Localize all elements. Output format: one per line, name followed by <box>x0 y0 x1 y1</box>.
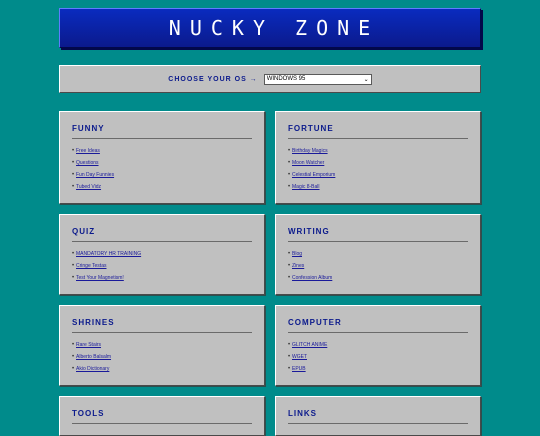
list-item: • Confession Album <box>288 272 468 284</box>
list-item: • Free Ideas <box>72 145 252 157</box>
section-link[interactable]: Free Ideas <box>76 148 100 154</box>
list-item: • Rare Stairs <box>72 339 252 351</box>
section-title: TOOLS <box>72 409 252 424</box>
list-item: • Fun Day Funnies <box>72 169 252 181</box>
list-item: • Zines <box>288 260 468 272</box>
section-link[interactable]: Zines <box>292 263 304 269</box>
section-card-tools: TOOLS <box>59 396 265 436</box>
section-link[interactable]: Fun Day Funnies <box>76 172 114 178</box>
section-link[interactable]: EPUB <box>292 366 306 372</box>
section-grid: FUNNY • Free Ideas • Questions • Fun Day Fu… <box>59 111 481 436</box>
list-item: • Test Your Magnetism! <box>72 272 252 284</box>
list-item: • Birthday Magics <box>288 145 468 157</box>
section-card-writing: WRITING • Blog • Zines • Confession Album <box>275 214 481 295</box>
section-link[interactable]: Rare Stairs <box>76 342 101 348</box>
section-link[interactable]: Akio Dictionary <box>76 366 109 372</box>
section-title: COMPUTER <box>288 318 468 333</box>
list-item: • Magic 8-Ball <box>288 181 468 193</box>
section-card-quiz: QUIZ • MANDATORY HR TRAINING • Cringe Test… <box>59 214 265 295</box>
section-title: QUIZ <box>72 227 252 242</box>
list-item: • Celestial Emporium <box>288 169 468 181</box>
list-item: • Alberto Balsalm <box>72 351 252 363</box>
section-title: WRITING <box>288 227 468 242</box>
section-link[interactable]: Alberto Balsalm <box>76 354 111 360</box>
list-item: • Moon Watcher <box>288 157 468 169</box>
section-link[interactable]: WGET <box>292 354 307 360</box>
link-list: • Rare Stairs • Alberto Balsalm • Akio Dict… <box>72 339 252 375</box>
section-card-funny: FUNNY • Free Ideas • Questions • Fun Day Fu… <box>59 111 265 204</box>
list-item: • MANDATORY HR TRAINING <box>72 248 252 260</box>
section-link[interactable]: Questions <box>76 160 99 166</box>
section-card-fortune: FORTUNE • Birthday Magics • Moon Watcher •… <box>275 111 481 204</box>
section-title: FORTUNE <box>288 124 468 139</box>
section-link[interactable]: Test Your Magnetism! <box>76 275 124 281</box>
section-title: LINKS <box>288 409 468 424</box>
list-item: • Tubed Vidz <box>72 181 252 193</box>
list-item: • Cringe Testas <box>72 260 252 272</box>
section-link[interactable]: Celestial Emporium <box>292 172 335 178</box>
section-link[interactable]: Moon Watcher <box>292 160 324 166</box>
section-card-computer: COMPUTER • GLITCH ANIME • WGET • EPUB <box>275 305 481 386</box>
list-item: • Blog <box>288 248 468 260</box>
link-list: • Birthday Magics • Moon Watcher • Celestia… <box>288 145 468 193</box>
os-select-value: WINDOWS 95 <box>266 76 306 82</box>
section-link[interactable]: Cringe Testas <box>76 263 106 269</box>
list-item: • GLITCH ANIME <box>288 339 468 351</box>
site-banner: NUCKY ZONE <box>59 8 481 48</box>
site-title: NUCKY ZONE <box>168 16 380 40</box>
section-link[interactable]: Blog <box>292 251 302 257</box>
list-item: • EPUB <box>288 363 468 375</box>
section-title: FUNNY <box>72 124 252 139</box>
list-item: • Akio Dictionary <box>72 363 252 375</box>
os-picker-label: CHOOSE YOUR OS → <box>168 75 258 83</box>
chevron-down-icon: ⌄ <box>363 76 369 83</box>
link-list: • GLITCH ANIME • WGET • EPUB <box>288 339 468 375</box>
section-link[interactable]: MANDATORY HR TRAINING <box>76 251 141 257</box>
section-link[interactable]: Tubed Vidz <box>76 184 101 190</box>
section-card-shrines: SHRINES • Rare Stairs • Alberto Balsalm • A… <box>59 305 265 386</box>
section-link[interactable]: Confession Album <box>292 275 332 281</box>
list-item: • WGET <box>288 351 468 363</box>
link-list: • MANDATORY HR TRAINING • Cringe Testas • T… <box>72 248 252 284</box>
list-item: • Questions <box>72 157 252 169</box>
section-link[interactable]: GLITCH ANIME <box>292 342 327 348</box>
section-card-links: LINKS <box>275 396 481 436</box>
link-list: • Free Ideas • Questions • Fun Day Funnies … <box>72 145 252 193</box>
page-container: NUCKY ZONE CHOOSE YOUR OS → WINDOWS 95 ⌄… <box>59 8 481 436</box>
section-link[interactable]: Birthday Magics <box>292 148 328 154</box>
section-link[interactable]: Magic 8-Ball <box>292 184 320 190</box>
section-title: SHRINES <box>72 318 252 333</box>
link-list: • Blog • Zines • Confession Album <box>288 248 468 284</box>
os-picker-bar: CHOOSE YOUR OS → WINDOWS 95 ⌄ <box>59 65 481 93</box>
os-select[interactable]: WINDOWS 95 ⌄ <box>263 73 372 85</box>
